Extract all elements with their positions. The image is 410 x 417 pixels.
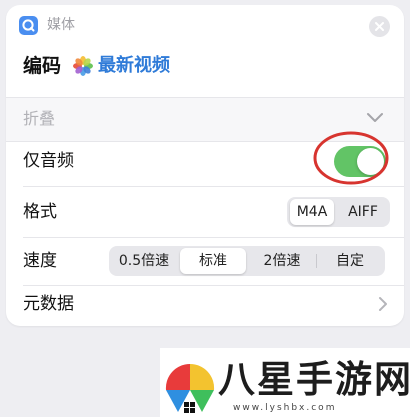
close-button[interactable]	[369, 16, 390, 37]
speed-option-custom[interactable]: 自定	[317, 248, 383, 274]
metadata-row[interactable]: 元数据	[6, 281, 404, 326]
speed-option-normal[interactable]: 标准	[180, 248, 246, 274]
audio-only-label: 仅音频	[23, 151, 74, 171]
speed-label: 速度	[23, 251, 57, 271]
close-icon	[375, 22, 384, 31]
chevron-down-icon	[367, 113, 383, 122]
format-option-aiff[interactable]: AIFF	[338, 199, 388, 225]
format-option-m4a[interactable]: M4A	[290, 199, 334, 225]
variable-label: 最新视频	[98, 55, 170, 76]
site-logo-icon	[165, 363, 215, 413]
media-app-icon	[19, 16, 38, 35]
red-circle-annotation	[313, 131, 389, 185]
format-row: 格式 M4A AIFF	[6, 189, 404, 235]
watermark-url: www.lyshbx.com	[233, 403, 337, 413]
action-summary: 编码 最新视频	[23, 49, 393, 85]
collapse-label: 折叠	[23, 109, 56, 128]
metadata-label: 元数据	[23, 294, 74, 314]
variable-token-latest-videos[interactable]: 最新视频	[72, 51, 170, 81]
photos-icon	[73, 56, 93, 76]
speed-option-half[interactable]: 0.5倍速	[111, 248, 177, 274]
watermark-banner: 八星手游网 www.lyshbx.com	[160, 348, 410, 417]
app-name: 媒体	[47, 17, 75, 33]
chevron-right-icon	[379, 297, 387, 311]
action-verb: 编码	[23, 55, 62, 77]
action-header: 媒体	[6, 5, 404, 47]
format-segmented-control: M4A AIFF	[287, 197, 390, 227]
speed-row: 速度 0.5倍速 标准 2倍速 自定	[6, 238, 404, 284]
speed-segmented-control: 0.5倍速 标准 2倍速 自定	[109, 246, 385, 276]
watermark-title: 八星手游网	[218, 358, 410, 401]
format-label: 格式	[23, 202, 57, 222]
speed-option-double[interactable]: 2倍速	[249, 248, 315, 274]
